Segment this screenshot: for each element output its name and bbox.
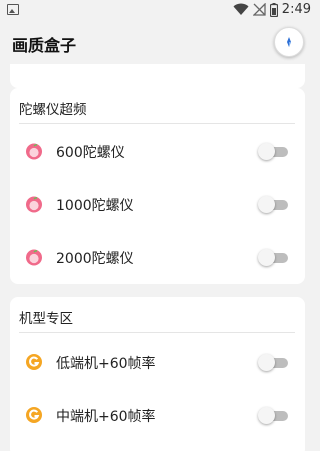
no-signal-icon bbox=[252, 3, 266, 16]
status-bar: 2:49 bbox=[0, 0, 320, 20]
section-title: 陀螺仪超频 bbox=[19, 102, 87, 118]
list-item[interactable]: 1000陀螺仪 bbox=[10, 182, 305, 226]
g-badge-icon bbox=[25, 406, 43, 424]
peach-icon bbox=[25, 142, 43, 160]
app-bar: 画质盒子 bbox=[0, 20, 320, 66]
peach-icon bbox=[25, 248, 43, 266]
status-time: 2:49 bbox=[281, 2, 311, 17]
previous-card bbox=[10, 64, 305, 88]
section-card-gyroscope: 陀螺仪超频 600陀螺仪 1000陀螺仪 2000陀螺仪 bbox=[10, 88, 305, 284]
wifi-icon bbox=[233, 3, 249, 15]
section-title: 机型专区 bbox=[19, 311, 73, 327]
item-label: 600陀螺仪 bbox=[56, 145, 125, 161]
item-label: 中端机+60帧率 bbox=[56, 409, 156, 425]
g-badge-icon bbox=[25, 353, 43, 371]
item-label: 1000陀螺仪 bbox=[56, 198, 134, 214]
list-item[interactable]: 低端机+60帧率 bbox=[10, 340, 305, 384]
divider bbox=[19, 123, 295, 124]
section-card-device: 机型专区 低端机+60帧率 中端机+60帧率 bbox=[10, 297, 305, 451]
list-item[interactable]: 600陀螺仪 bbox=[10, 129, 305, 173]
toggle-switch[interactable] bbox=[258, 196, 290, 213]
battery-icon bbox=[269, 2, 278, 17]
item-label: 低端机+60帧率 bbox=[56, 356, 156, 372]
toggle-switch[interactable] bbox=[258, 354, 290, 371]
peach-icon bbox=[25, 195, 43, 213]
compass-icon bbox=[287, 37, 291, 47]
floating-compass-button[interactable] bbox=[274, 27, 304, 57]
item-label: 2000陀螺仪 bbox=[56, 251, 134, 267]
list-item[interactable]: 2000陀螺仪 bbox=[10, 235, 305, 279]
divider bbox=[19, 332, 295, 333]
gallery-icon bbox=[7, 4, 19, 15]
status-icons: 2:49 bbox=[233, 2, 311, 17]
toggle-switch[interactable] bbox=[258, 407, 290, 424]
app-title: 画质盒子 bbox=[12, 36, 77, 55]
list-item[interactable]: 中端机+60帧率 bbox=[10, 393, 305, 437]
toggle-switch[interactable] bbox=[258, 143, 290, 160]
toggle-switch[interactable] bbox=[258, 249, 290, 266]
